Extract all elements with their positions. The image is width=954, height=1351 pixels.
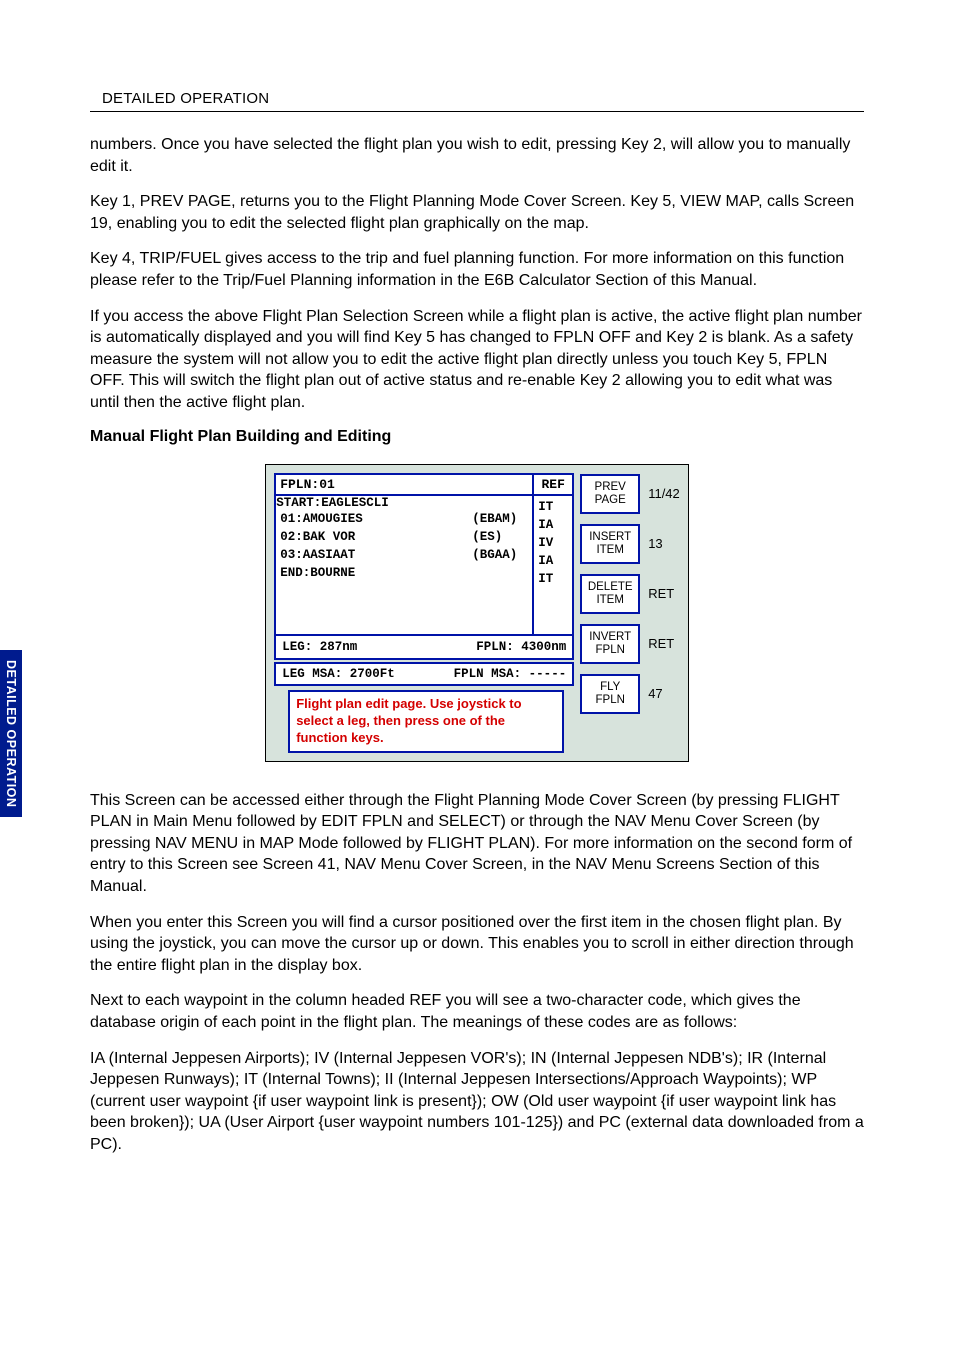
softkey-side-label: 13 [648,536,662,551]
fpln-number: FPLN:01 [276,475,534,494]
fpln-msa: FPLN MSA: ----- [454,667,567,681]
leg-distance: LEG: 287nm [282,640,357,654]
waypoint-row[interactable]: 01:AMOUGIES (EBAM) [276,510,532,528]
waypoint-row[interactable]: 02:BAK VOR (ES) [276,528,532,546]
ref-code: IA [538,516,568,534]
waypoint-text: 02:BAK VOR [280,528,472,546]
fpln-distance: FPLN: 4300nm [476,640,566,654]
fly-fpln-button[interactable]: FLY FPLN [580,674,640,714]
waypoint-text: 01:AMOUGIES [280,510,472,528]
screen-figure: FPLN:01 REF START:EAGLESCLI 01:AMOUGIES … [90,464,864,762]
prev-page-button[interactable]: PREV PAGE [580,474,640,514]
waypoint-text: 03:AASIAAT [280,546,472,564]
softkey-page-indicator: 11/42 [648,486,680,501]
subheading-manual-flight-plan: Manual Flight Plan Building and Editing [90,428,864,446]
end-waypoint: END:BOURNE [280,564,472,582]
ref-code: IA [538,552,568,570]
waypoint-code: (BGAA) [472,546,528,564]
waypoint-row[interactable]: 03:AASIAAT (BGAA) [276,546,532,564]
ref-column: IT IA IV IA IT [534,494,572,635]
paragraph-2: Key 1, PREV PAGE, returns you to the Fli… [90,191,864,234]
delete-item-button[interactable]: DELETE ITEM [580,574,640,614]
header-rule [90,111,864,112]
softkey-side-label: 47 [648,686,662,701]
waypoint-code: (EBAM) [472,510,528,528]
ref-header: REF [534,475,572,494]
softkey-side-label: RET [648,586,674,601]
side-tab-detailed-operation: DETAILED OPERATION [0,650,22,817]
paragraph-6: When you enter this Screen you will find… [90,912,864,977]
paragraph-5: This Screen can be accessed either throu… [90,790,864,898]
insert-item-button[interactable]: INSERT ITEM [580,524,640,564]
hint-box: Flight plan edit page. Use joystick to s… [288,690,564,753]
paragraph-8: IA (Internal Jeppesen Airports); IV (Int… [90,1048,864,1156]
softkey-side-label: RET [648,636,674,651]
invert-fpln-button[interactable]: INVERT FPLN [580,624,640,664]
flight-plan-panel: FPLN:01 REF START:EAGLESCLI 01:AMOUGIES … [274,473,574,661]
msa-bar: LEG MSA: 2700Ft FPLN MSA: ----- [274,662,574,686]
waypoint-code: (ES) [472,528,528,546]
ref-code: IV [538,534,568,552]
ref-code: IT [538,570,568,588]
device-screen: FPLN:01 REF START:EAGLESCLI 01:AMOUGIES … [265,464,689,762]
softkey-column: PREV PAGE 11/42 INSERT ITEM 13 DELETE IT… [580,473,680,753]
paragraph-7: Next to each waypoint in the column head… [90,990,864,1033]
paragraph-3: Key 4, TRIP/FUEL gives access to the tri… [90,248,864,291]
page-header: DETAILED OPERATION [90,90,864,107]
start-waypoint-selected[interactable]: START:EAGLESCLI [276,496,389,510]
end-waypoint-row[interactable]: END:BOURNE [276,564,532,582]
leg-msa: LEG MSA: 2700Ft [282,667,395,681]
paragraph-1: numbers. Once you have selected the flig… [90,134,864,177]
ref-code: IT [538,498,568,516]
leg-distance-row: LEG: 287nm FPLN: 4300nm [276,634,572,658]
paragraph-4: If you access the above Flight Plan Sele… [90,306,864,414]
